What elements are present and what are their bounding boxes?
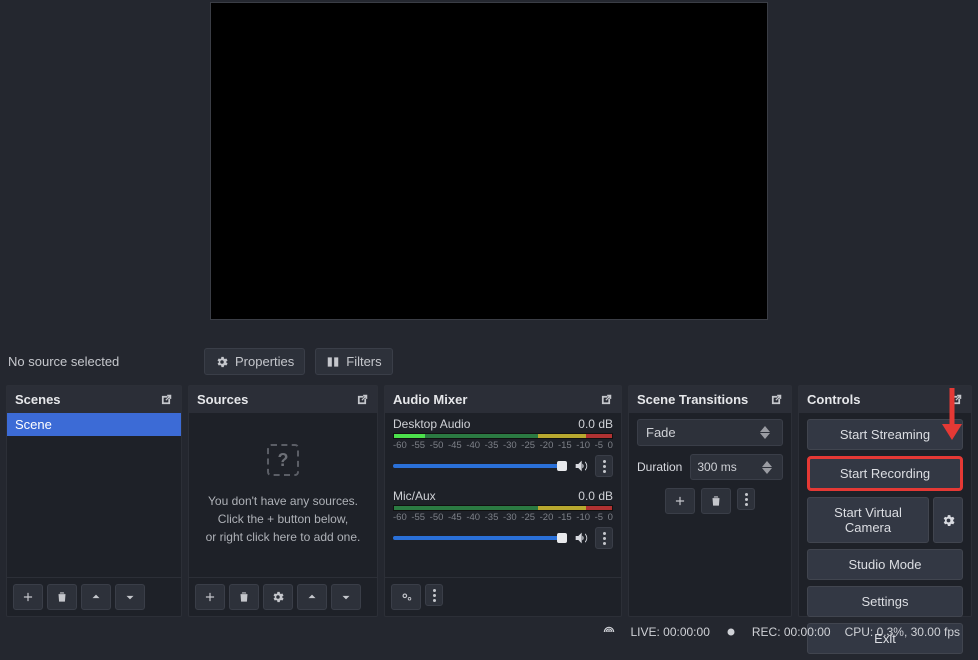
panel-title: Sources — [197, 392, 248, 407]
start-recording-button[interactable]: Start Recording — [807, 456, 963, 491]
virtual-camera-settings-button[interactable] — [933, 497, 963, 543]
panel-title: Scene Transitions — [637, 392, 748, 407]
chevron-up-icon[interactable] — [760, 426, 770, 432]
scene-up-button[interactable] — [81, 584, 111, 610]
duration-input[interactable]: 300 ms — [690, 454, 783, 480]
settings-button[interactable]: Settings — [807, 586, 963, 617]
chevron-up-icon[interactable] — [762, 461, 772, 467]
mixer-settings-button[interactable] — [391, 584, 421, 610]
add-scene-button[interactable] — [13, 584, 43, 610]
sources-panel: Sources ? You don't have any sources. Cl… — [188, 385, 378, 617]
start-virtual-camera-button[interactable]: Start Virtual Camera — [807, 497, 929, 543]
rec-status: REC: 00:00:00 — [752, 625, 831, 639]
speaker-icon[interactable] — [573, 530, 589, 546]
record-icon — [724, 625, 738, 640]
start-streaming-button[interactable]: Start Streaming — [807, 419, 963, 450]
transition-selected: Fade — [646, 425, 676, 440]
filters-button[interactable]: Filters — [315, 348, 392, 375]
live-status: LIVE: 00:00:00 — [630, 625, 709, 639]
scene-transitions-panel: Scene Transitions Fade Duration 300 ms — [628, 385, 792, 617]
trash-icon — [237, 590, 251, 604]
sources-empty-text: You don't have any sources. — [208, 492, 358, 510]
chevron-down-icon — [339, 590, 353, 604]
gear-icon — [215, 355, 229, 369]
remove-transition-button[interactable] — [701, 488, 731, 514]
add-transition-button[interactable] — [665, 488, 695, 514]
panel-title: Audio Mixer — [393, 392, 467, 407]
chevron-up-icon — [89, 590, 103, 604]
no-source-label: No source selected — [8, 354, 194, 369]
audio-meter — [393, 433, 613, 439]
remove-scene-button[interactable] — [47, 584, 77, 610]
mixer-channel: Desktop Audio 0.0 dB -60-55-50-45-40-35-… — [385, 413, 621, 485]
properties-label: Properties — [235, 354, 294, 369]
chevron-down-icon[interactable] — [762, 468, 772, 474]
filter-icon — [326, 355, 340, 369]
volume-slider[interactable] — [393, 464, 567, 468]
scene-down-button[interactable] — [115, 584, 145, 610]
source-properties-button[interactable] — [263, 584, 293, 610]
gears-icon — [399, 590, 413, 604]
speaker-icon[interactable] — [573, 458, 589, 474]
volume-slider[interactable] — [393, 536, 567, 540]
meter-scale: -60-55-50-45-40-35-30-25-20-15-10-50 — [393, 512, 613, 523]
add-source-button[interactable] — [195, 584, 225, 610]
properties-button[interactable]: Properties — [204, 348, 305, 375]
chevron-up-icon — [305, 590, 319, 604]
channel-db: 0.0 dB — [578, 489, 613, 503]
preview-area — [0, 0, 978, 342]
audio-meter — [393, 505, 613, 511]
channel-name: Desktop Audio — [393, 417, 470, 431]
meter-scale: -60-55-50-45-40-35-30-25-20-15-10-50 — [393, 440, 613, 451]
sources-list[interactable]: ? You don't have any sources. Click the … — [189, 413, 377, 577]
transition-select[interactable]: Fade — [637, 419, 783, 446]
controls-panel: Controls Start Streaming Start Recording… — [798, 385, 972, 617]
chevron-down-icon — [123, 590, 137, 604]
popout-icon[interactable] — [769, 393, 783, 407]
scene-item[interactable]: Scene — [7, 413, 181, 436]
panel-title: Controls — [807, 392, 860, 407]
audio-mixer-panel: Audio Mixer Desktop Audio 0.0 dB -60-55-… — [384, 385, 622, 617]
channel-name: Mic/Aux — [393, 489, 436, 503]
channel-menu-button[interactable] — [595, 455, 613, 477]
sources-empty-text: or right click here to add one. — [206, 528, 361, 546]
source-toolbar: No source selected Properties Filters — [0, 342, 978, 385]
gear-icon — [941, 513, 956, 528]
filters-label: Filters — [346, 354, 381, 369]
duration-label: Duration — [637, 460, 682, 474]
gear-icon — [271, 590, 285, 604]
trash-icon — [55, 590, 69, 604]
popout-icon[interactable] — [355, 393, 369, 407]
sources-empty-text: Click the + button below, — [218, 510, 348, 528]
question-icon: ? — [267, 444, 299, 476]
connection-icon — [602, 625, 616, 640]
duration-value: 300 ms — [697, 460, 736, 474]
mixer-channel: Mic/Aux 0.0 dB -60-55-50-45-40-35-30-25-… — [385, 485, 621, 557]
studio-mode-button[interactable]: Studio Mode — [807, 549, 963, 580]
source-down-button[interactable] — [331, 584, 361, 610]
plus-icon — [21, 590, 35, 604]
plus-icon — [203, 590, 217, 604]
channel-db: 0.0 dB — [578, 417, 613, 431]
scenes-panel: Scenes Scene — [6, 385, 182, 617]
remove-source-button[interactable] — [229, 584, 259, 610]
status-bar: LIVE: 00:00:00 REC: 00:00:00 CPU: 0.3%, … — [584, 621, 978, 643]
popout-icon[interactable] — [159, 393, 173, 407]
popout-icon[interactable] — [599, 393, 613, 407]
trash-icon — [709, 494, 723, 508]
mixer-menu-button[interactable] — [425, 584, 443, 606]
plus-icon — [673, 494, 687, 508]
source-up-button[interactable] — [297, 584, 327, 610]
channel-menu-button[interactable] — [595, 527, 613, 549]
transition-menu-button[interactable] — [737, 488, 755, 510]
video-preview[interactable] — [210, 2, 768, 320]
popout-icon[interactable] — [949, 393, 963, 407]
cpu-status: CPU: 0.3%, 30.00 fps — [845, 625, 960, 639]
panel-title: Scenes — [15, 392, 61, 407]
chevron-down-icon[interactable] — [760, 433, 770, 439]
